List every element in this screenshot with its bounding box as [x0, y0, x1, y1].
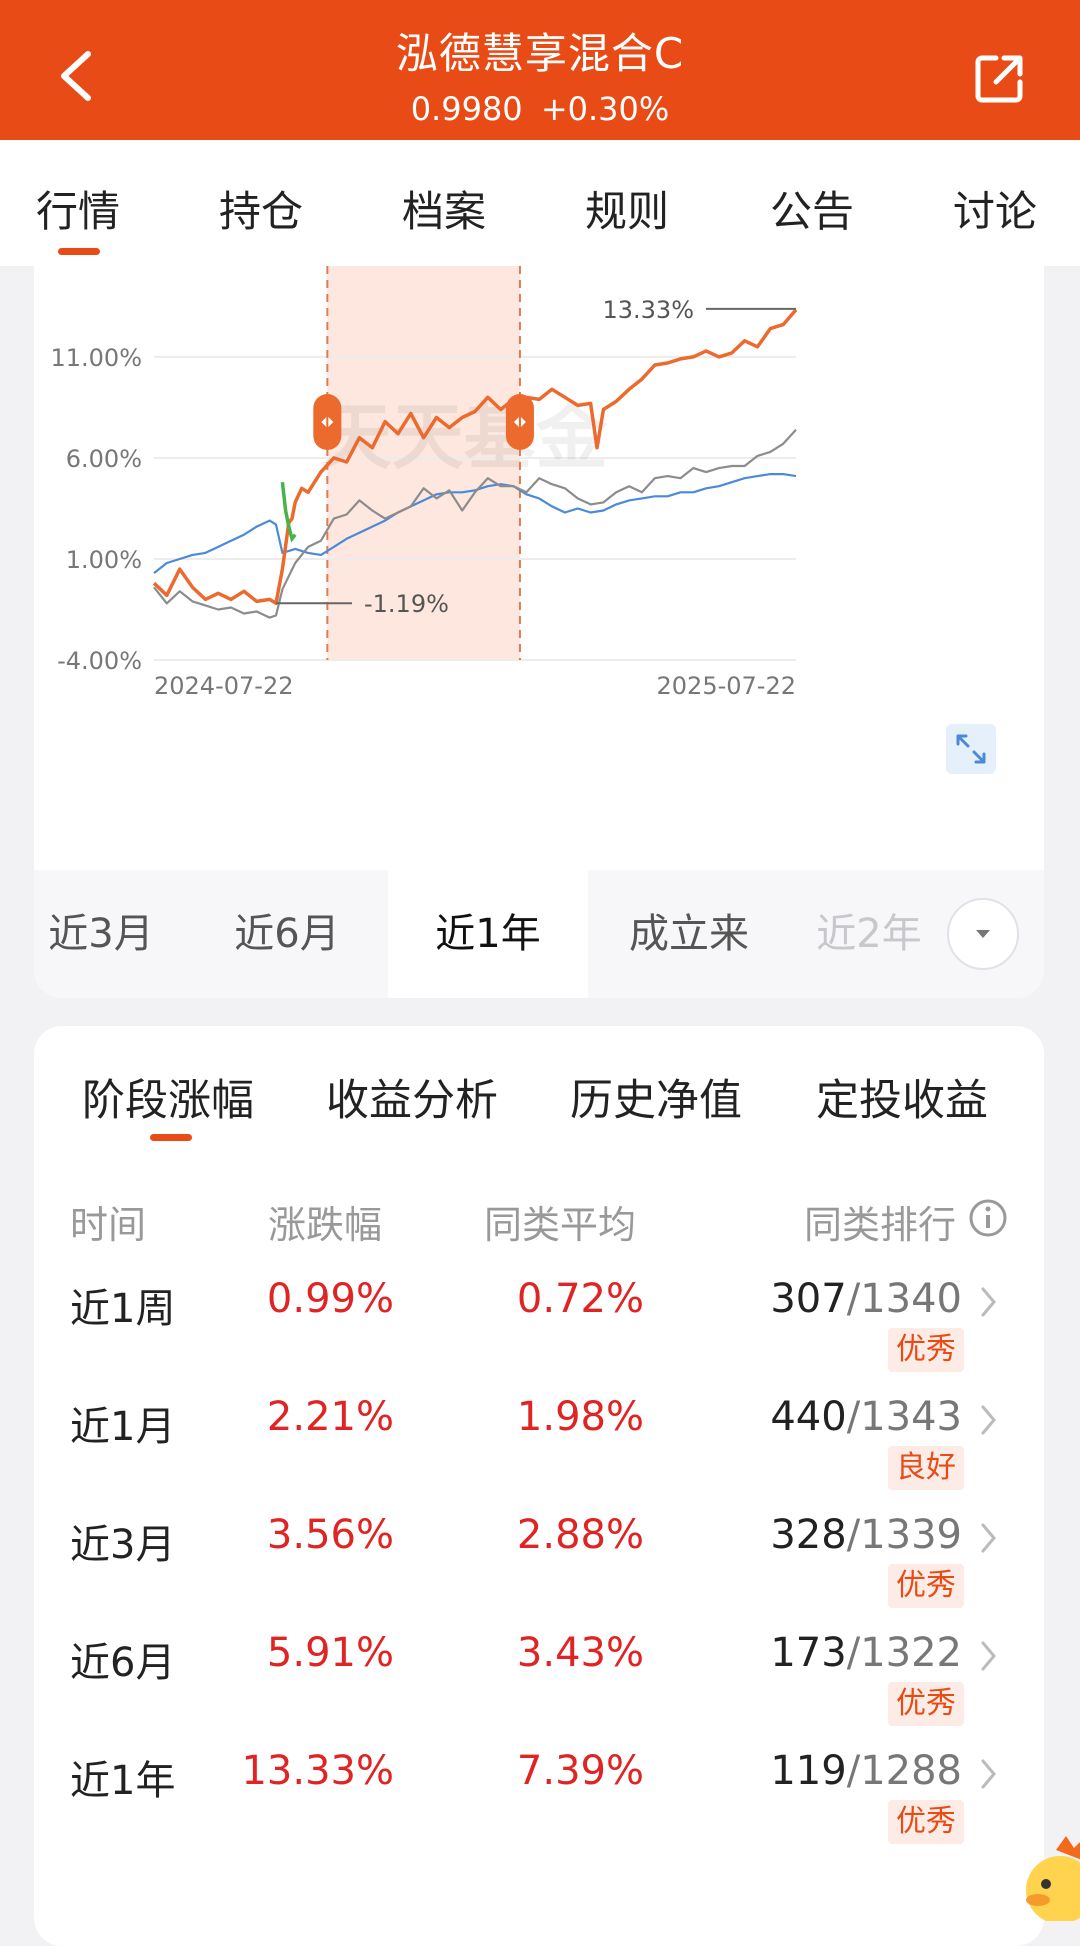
caret-down-icon [976, 930, 990, 938]
col-header-avg: 同类平均 [484, 1203, 637, 1247]
fund-nav-line: 0.9980 +0.30% [0, 90, 1080, 128]
row-rank: 328/1339 [770, 1512, 962, 1558]
rank-total: /1339 [846, 1512, 962, 1558]
row-period: 近3月 [70, 1522, 176, 1568]
rank-total: /1343 [846, 1394, 962, 1440]
share-icon[interactable] [972, 50, 1028, 106]
rank-value: 307 [770, 1276, 847, 1322]
rank-total: /1288 [846, 1748, 962, 1794]
header-bar: 泓德慧享混合C 0.9980 +0.30% [0, 0, 1080, 140]
row-rank: 119/1288 [770, 1748, 962, 1794]
chevron-right-icon [981, 1287, 996, 1317]
main-tabs: 行情 持仓 档案 规则 公告 讨论 [0, 140, 1080, 266]
range-1y[interactable]: 近1年 [388, 870, 588, 998]
max-annotation: 13.33% [602, 296, 694, 324]
row-period: 近6月 [70, 1640, 176, 1686]
range-3m[interactable]: 近3月 [34, 870, 176, 998]
rating-badge: 优秀 [888, 1682, 964, 1726]
fund-nav-value: 0.9980 [410, 90, 523, 128]
row-period: 近1年 [70, 1758, 176, 1804]
row-avg: 1.98% [516, 1394, 644, 1440]
row-avg: 3.43% [516, 1630, 644, 1676]
tab-holdings[interactable]: 持仓 [219, 178, 303, 239]
range-2y[interactable]: 近2年 [814, 870, 924, 998]
tab-rules[interactable]: 规则 [585, 178, 669, 239]
tab-return-analysis[interactable]: 收益分析 [326, 1066, 498, 1128]
row-rank: 440/1343 [770, 1394, 962, 1440]
col-header-change: 涨跌幅 [268, 1203, 383, 1247]
fund-nav-change: +0.30% [540, 90, 670, 128]
range-6m[interactable]: 近6月 [202, 870, 372, 998]
rating-badge: 良好 [888, 1446, 964, 1490]
row-change: 2.21% [266, 1394, 394, 1440]
mascot-icon[interactable] [1016, 1830, 1080, 1921]
range-dropdown-button[interactable] [947, 898, 1019, 970]
chevron-right-icon [981, 1523, 996, 1553]
rating-badge: 优秀 [888, 1800, 964, 1844]
rank-value: 440 [770, 1394, 847, 1440]
table-row[interactable]: 近1年 13.33% 7.39% 119/1288 优秀 [34, 1748, 1044, 1866]
row-change: 13.33% [241, 1748, 394, 1794]
tab-stage-returns[interactable]: 阶段涨幅 [82, 1066, 254, 1128]
y-tick-label: -4.00% [57, 647, 142, 675]
rank-total: /1340 [846, 1276, 962, 1322]
y-tick-label: 1.00% [66, 546, 142, 574]
active-perf-tab-indicator [150, 1134, 192, 1141]
table-row[interactable]: 近3月 3.56% 2.88% 328/1339 优秀 [34, 1512, 1044, 1630]
row-change: 3.56% [266, 1512, 394, 1558]
table-row[interactable]: 近1月 2.21% 1.98% 440/1343 良好 [34, 1394, 1044, 1512]
tab-historical-nav[interactable]: 历史净值 [570, 1066, 742, 1128]
row-change: 0.99% [266, 1276, 394, 1322]
row-avg: 0.72% [516, 1276, 644, 1322]
info-icon[interactable] [968, 1198, 1008, 1238]
active-tab-indicator [58, 248, 100, 255]
performance-chart[interactable]: 11.00% 6.00% 1.00% -4.00% 天天基金 13.33% -1.19% 20… [34, 266, 1044, 870]
x-end-label: 2025-07-22 [657, 672, 796, 700]
rank-value: 119 [770, 1748, 847, 1794]
col-header-rank: 同类排行 [804, 1203, 957, 1247]
tab-announcements[interactable]: 公告 [770, 178, 854, 239]
chart-card: 11.00% 6.00% 1.00% -4.00% 天天基金 13.33% -1.19% 20… [34, 266, 1044, 998]
col-header-period: 时间 [70, 1203, 147, 1247]
tab-profile[interactable]: 档案 [402, 178, 486, 239]
range-handle[interactable] [313, 394, 342, 450]
chevron-right-icon [981, 1641, 996, 1671]
row-avg: 2.88% [516, 1512, 644, 1558]
tab-discussion[interactable]: 讨论 [953, 178, 1037, 239]
rank-value: 328 [770, 1512, 847, 1558]
row-period: 近1周 [70, 1286, 176, 1332]
row-period: 近1月 [70, 1404, 176, 1450]
y-tick-label: 11.00% [50, 344, 142, 372]
performance-card: 阶段涨幅 收益分析 历史净值 定投收益 时间 涨跌幅 同类平均 同类排行 近1周… [34, 1026, 1044, 1946]
row-rank: 173/1322 [770, 1630, 962, 1676]
chevron-right-icon [981, 1405, 996, 1435]
rank-value: 173 [770, 1630, 847, 1676]
range-selector: 近3月 近6月 近1年 成立来 近2年 [34, 870, 1044, 998]
table-row[interactable]: 近1周 0.99% 0.72% 307/1340 优秀 [34, 1276, 1044, 1394]
range-handle[interactable] [505, 394, 534, 450]
row-avg: 7.39% [516, 1748, 644, 1794]
fund-title: 泓德慧享混合C [395, 29, 685, 78]
rank-total: /1322 [846, 1630, 962, 1676]
range-since-inception[interactable]: 成立来 [604, 870, 774, 998]
row-change: 5.91% [266, 1630, 394, 1676]
expand-chart-icon[interactable] [946, 724, 996, 774]
tab-sip-returns[interactable]: 定投收益 [816, 1066, 988, 1128]
x-start-label: 2024-07-22 [154, 672, 293, 700]
row-rank: 307/1340 [770, 1276, 962, 1322]
watermark: 天天基金 [320, 395, 609, 479]
rating-badge: 优秀 [888, 1328, 964, 1372]
chevron-right-icon [981, 1759, 996, 1789]
tab-market[interactable]: 行情 [36, 178, 120, 239]
min-annotation: -1.19% [364, 590, 449, 618]
rating-badge: 优秀 [888, 1564, 964, 1608]
table-row[interactable]: 近6月 5.91% 3.43% 173/1322 优秀 [34, 1630, 1044, 1748]
y-tick-label: 6.00% [66, 445, 142, 473]
